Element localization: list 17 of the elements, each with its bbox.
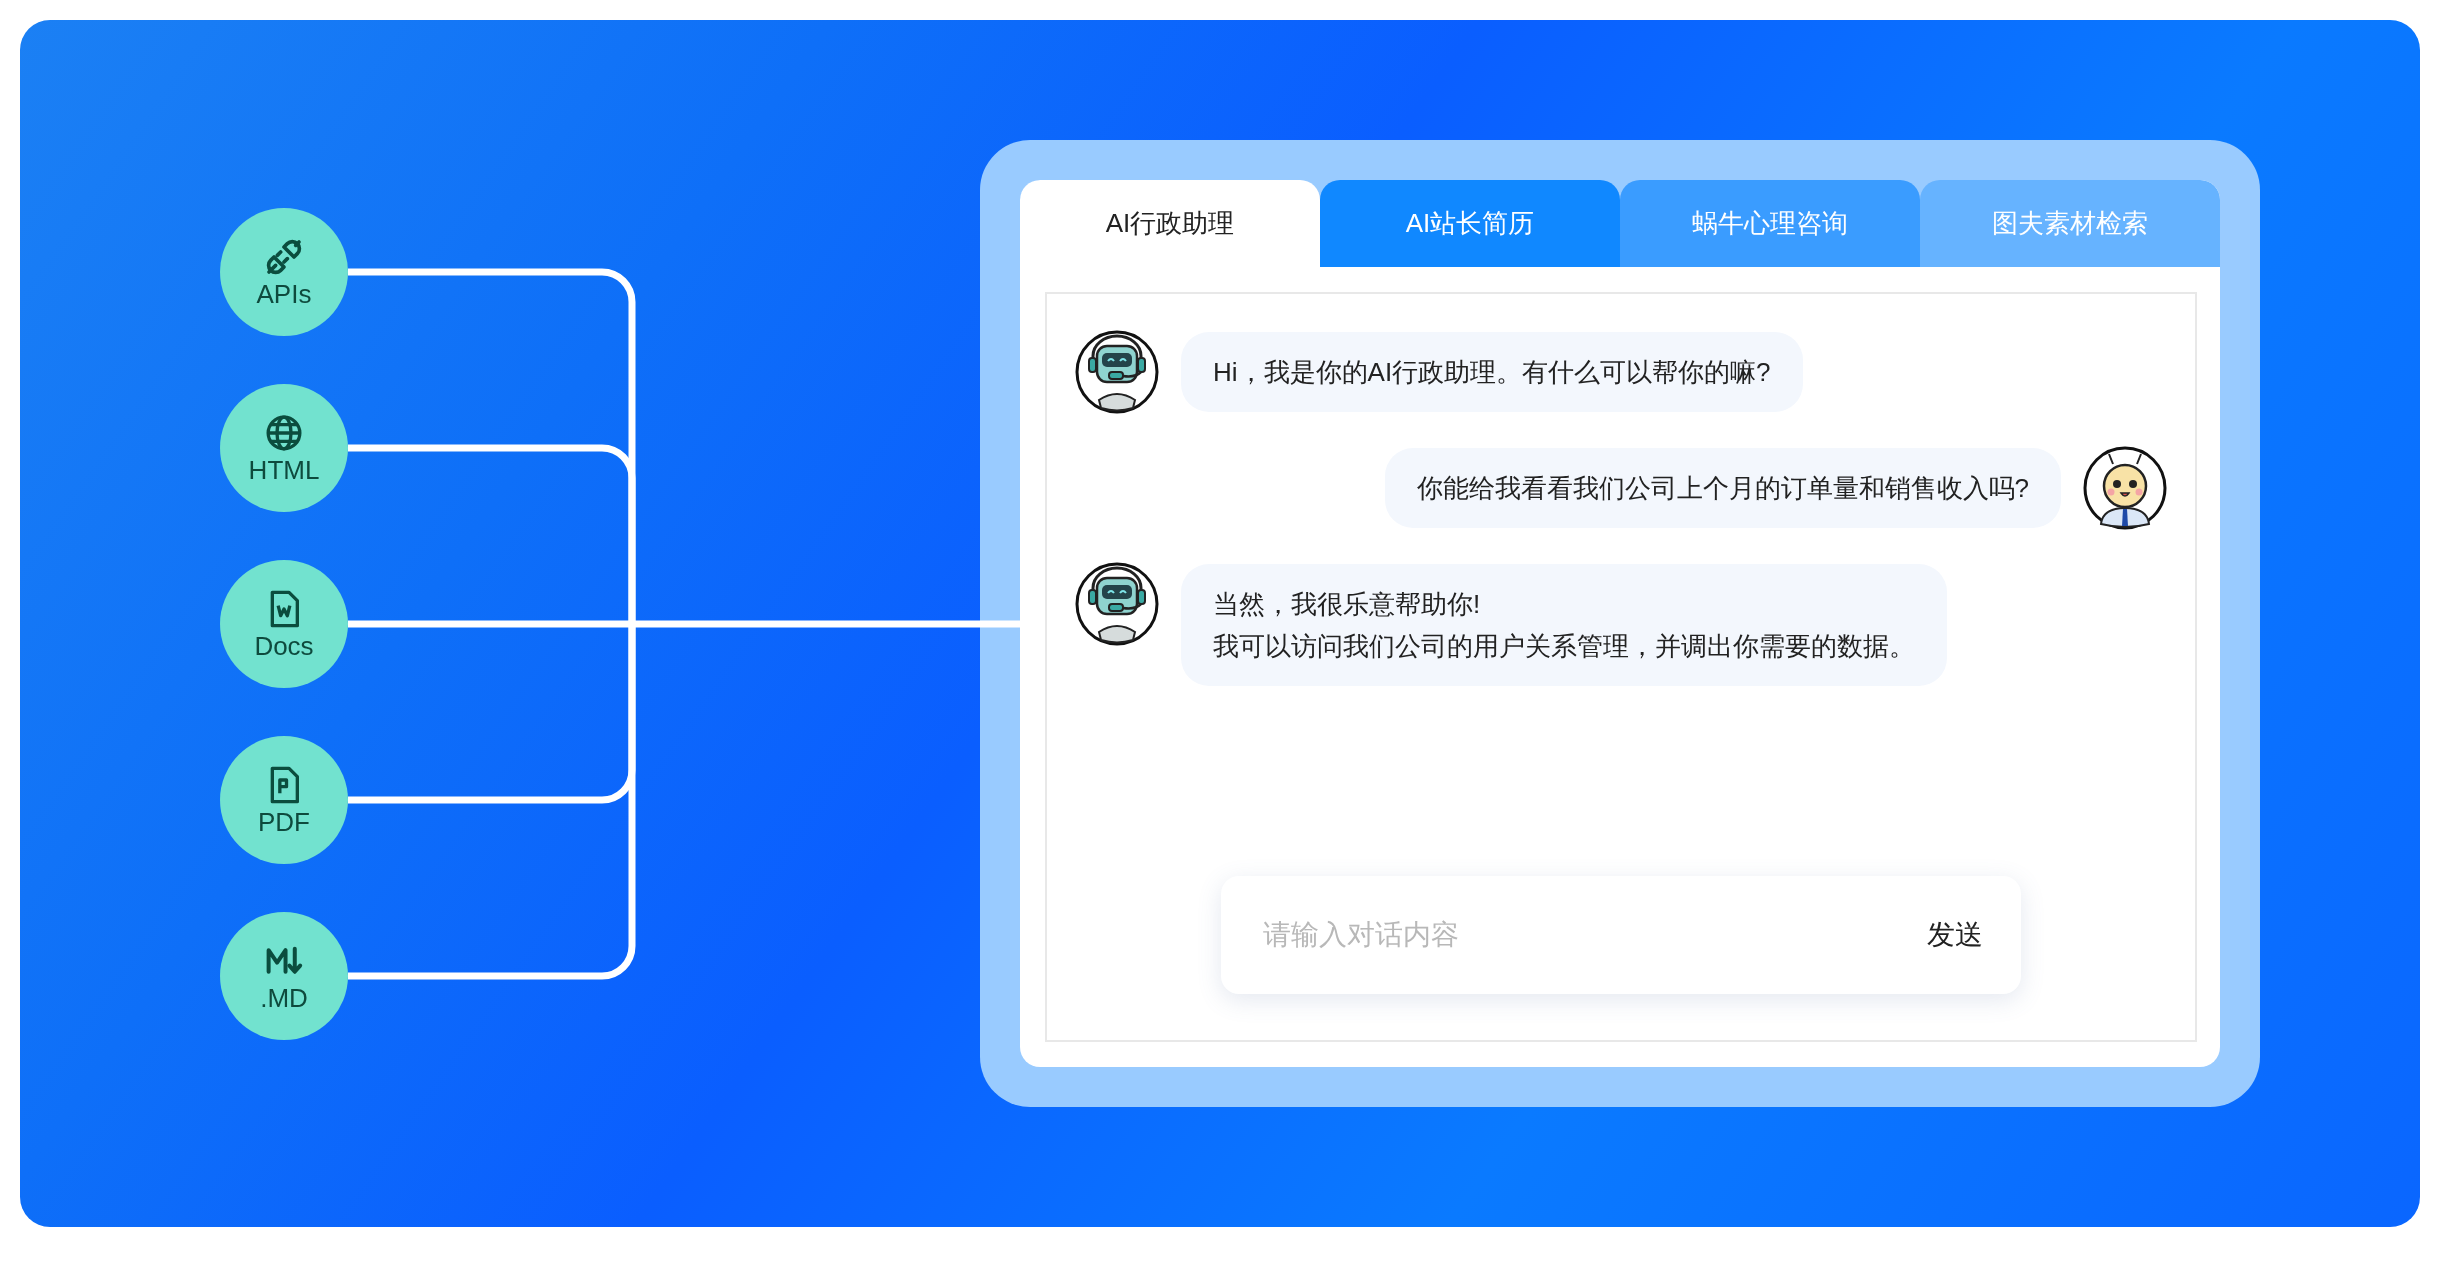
globe-icon — [264, 413, 304, 453]
source-label: APIs — [256, 281, 312, 307]
message-bubble: 你能给我看看我们公司上个月的订单量和销售收入吗? — [1384, 448, 2061, 528]
cartoon-bug-avatar-icon — [2083, 446, 2167, 530]
robot-avatar-icon — [1075, 562, 1159, 646]
robot-avatar-icon — [1075, 330, 1159, 414]
source-label: PDF — [258, 809, 310, 835]
message-input-field[interactable]: 请输入对话内容 发送 — [1221, 876, 2021, 994]
source-label: HTML — [248, 457, 320, 483]
message-bubble: 当然，我很乐意帮助你! 我可以访问我们公司的用户关系管理，并调出你需要的数据。 — [1181, 564, 1947, 686]
tab[interactable]: AI站长简历 — [1320, 180, 1620, 267]
tab[interactable]: AI行政助理 — [1020, 180, 1320, 267]
plug-icon — [264, 237, 304, 277]
source-label: .MD — [260, 985, 308, 1011]
send-button[interactable]: 发送 — [1927, 912, 1983, 958]
message-bubble: Hi，我是你的AI行政助理。有什么可以帮你的嘛? — [1181, 332, 1803, 412]
source-label: Docs — [254, 633, 314, 659]
